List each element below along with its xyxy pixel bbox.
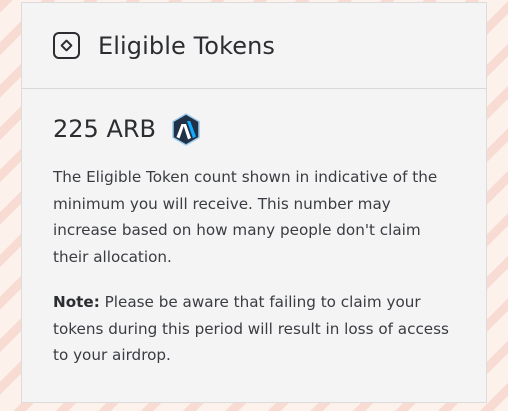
card-title: Eligible Tokens bbox=[98, 31, 275, 60]
note-label: Note: bbox=[53, 293, 100, 311]
airdrop-note: Note: Please be aware that failing to cl… bbox=[53, 289, 455, 369]
eligibility-description: The Eligible Token count shown in indica… bbox=[53, 168, 438, 266]
eligible-tokens-card: Eligible Tokens 225 ARB The Eligible Tok… bbox=[21, 2, 487, 403]
card-header: Eligible Tokens bbox=[22, 3, 486, 89]
diamond-square-icon bbox=[53, 32, 80, 59]
token-amount-row: 225 ARB bbox=[53, 111, 455, 147]
token-amount: 225 ARB bbox=[53, 115, 156, 143]
note-text: Please be aware that failing to claim yo… bbox=[53, 293, 449, 364]
card-body: 225 ARB The Eligible Token count shown i… bbox=[22, 89, 486, 369]
arbitrum-logo-icon bbox=[172, 112, 200, 146]
